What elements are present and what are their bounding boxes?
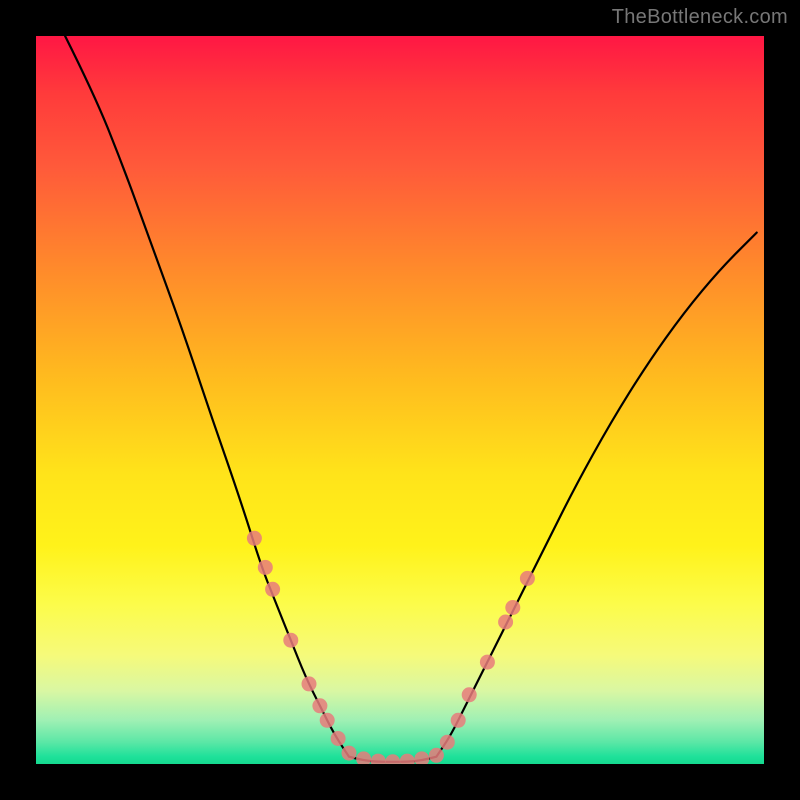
data-marker [480, 655, 495, 670]
bottleneck-curve [65, 36, 757, 762]
data-marker [258, 560, 273, 575]
data-marker [247, 531, 262, 546]
data-marker [400, 754, 415, 764]
marker-group [247, 531, 535, 764]
data-marker [414, 751, 429, 764]
data-marker [505, 600, 520, 615]
data-marker [342, 746, 357, 761]
data-marker [462, 687, 477, 702]
chart-frame: TheBottleneck.com [0, 0, 800, 800]
plot-area [36, 36, 764, 764]
data-marker [356, 751, 371, 764]
data-marker [265, 582, 280, 597]
data-marker [498, 615, 513, 630]
data-marker [331, 731, 346, 746]
data-marker [320, 713, 335, 728]
data-marker [312, 698, 327, 713]
data-marker [283, 633, 298, 648]
data-marker [440, 735, 455, 750]
data-marker [385, 754, 400, 764]
data-marker [451, 713, 466, 728]
data-marker [371, 754, 386, 764]
data-marker [302, 676, 317, 691]
chart-svg [36, 36, 764, 764]
data-marker [429, 748, 444, 763]
watermark-text: TheBottleneck.com [612, 6, 788, 29]
data-marker [520, 571, 535, 586]
